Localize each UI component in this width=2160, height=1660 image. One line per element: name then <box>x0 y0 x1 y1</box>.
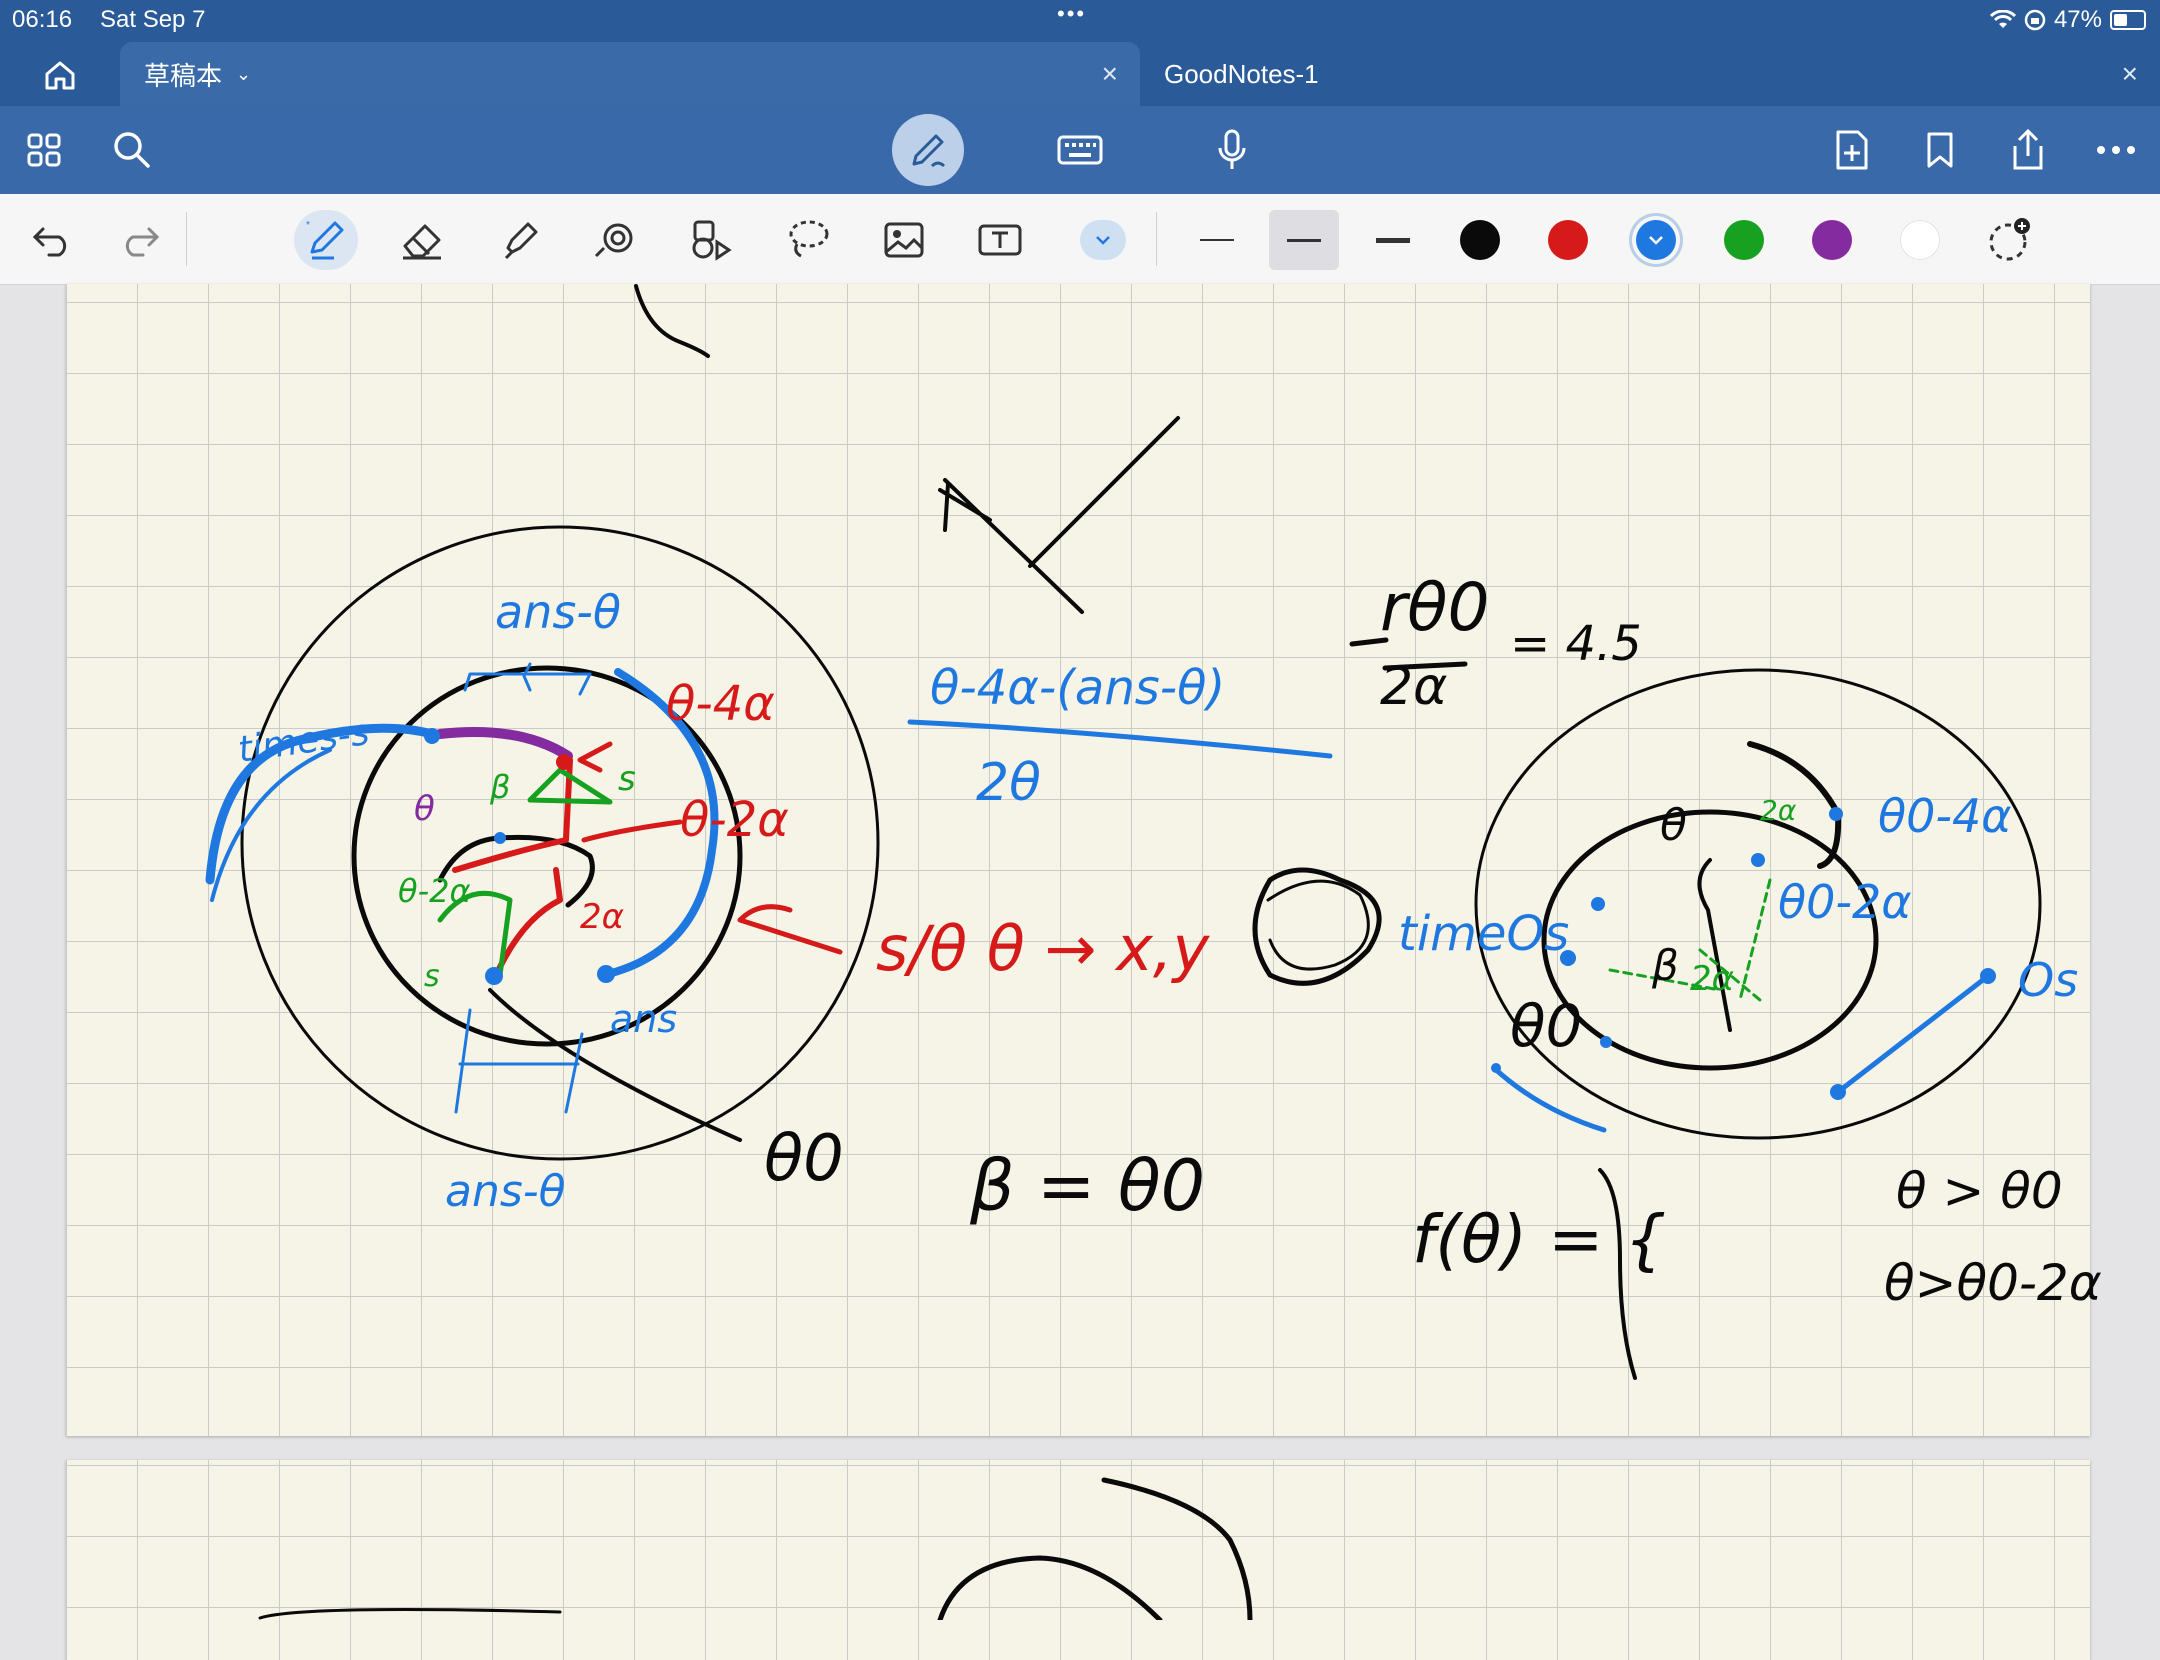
tool-bar: * <box>0 194 2160 285</box>
status-right: 47% <box>1989 6 2146 34</box>
lasso-icon <box>789 220 829 258</box>
battery-percent: 47% <box>2053 6 2102 33</box>
pen-icon: * <box>306 220 344 260</box>
lasso-tool-button[interactable] <box>776 210 840 270</box>
search-button[interactable] <box>100 120 164 180</box>
keyboard-button[interactable] <box>1048 120 1112 180</box>
text-tool-button[interactable] <box>968 210 1032 270</box>
shape-icon <box>594 223 633 258</box>
share-button[interactable] <box>1996 120 2060 180</box>
color-red-swatch[interactable] <box>1548 220 1588 260</box>
multitasking-dots[interactable]: ••• <box>1057 1 1086 27</box>
keyboard-icon <box>1057 135 1103 165</box>
bookmark-icon <box>1927 132 1953 168</box>
color-green-swatch[interactable] <box>1724 220 1764 260</box>
more-button[interactable] <box>2084 120 2148 180</box>
text-box-icon <box>978 224 1022 256</box>
image-tool-button[interactable] <box>872 210 936 270</box>
status-date: Sat Sep 7 <box>100 6 206 33</box>
orientation-lock-icon <box>2024 9 2046 31</box>
bookmark-button[interactable] <box>1908 120 1972 180</box>
color-black-swatch[interactable] <box>1460 220 1500 260</box>
stroke-medium-icon <box>1287 238 1321 242</box>
more-icon <box>2097 146 2135 154</box>
share-icon <box>2013 128 2043 170</box>
eraser-tool-button[interactable] <box>390 210 454 270</box>
tab-bar: 草稿本 ⌄ × GoodNotes-1 × <box>0 40 2160 106</box>
chevron-down-icon <box>1649 236 1663 245</box>
tab-label: 草稿本 <box>144 60 223 91</box>
add-color-icon <box>1989 218 2030 261</box>
status-time: 06:16 <box>12 6 73 33</box>
undo-icon <box>32 227 67 257</box>
chevron-down-icon[interactable]: ⌄ <box>236 64 251 85</box>
color-white-swatch[interactable] <box>1900 220 1940 260</box>
chevron-down-icon <box>1096 236 1110 245</box>
undo-button[interactable] <box>20 210 84 270</box>
divider <box>1156 212 1157 266</box>
stroke-thin-icon <box>1200 239 1234 241</box>
elements-icon <box>692 220 732 261</box>
add-page-button[interactable] <box>1820 120 1884 180</box>
home-icon <box>45 61 75 90</box>
tool-options-button[interactable] <box>1080 220 1126 260</box>
close-tab-icon[interactable]: × <box>2122 58 2138 90</box>
search-icon <box>114 132 150 168</box>
status-bar: 06:16 Sat Sep 7 ••• 47% <box>0 0 2160 40</box>
nav-bar <box>0 106 2160 194</box>
wifi-icon <box>1989 10 2016 28</box>
redo-button[interactable] <box>108 210 172 270</box>
add-color-button[interactable] <box>1978 210 2042 270</box>
color-blue-swatch[interactable] <box>1636 220 1676 260</box>
eraser-icon <box>403 224 441 260</box>
shape-tool-button[interactable] <box>584 210 648 270</box>
grid-icon <box>27 133 61 167</box>
elements-tool-button[interactable] <box>680 210 744 270</box>
notebook-page-1[interactable] <box>66 284 2090 1436</box>
microphone-icon <box>1218 129 1246 169</box>
tab-active-notebook[interactable]: 草稿本 ⌄ × <box>120 42 1140 106</box>
svg-text:*: * <box>306 220 310 231</box>
redo-icon <box>125 227 160 257</box>
battery-icon <box>2110 10 2146 30</box>
image-icon <box>884 222 924 258</box>
stroke-thick-icon <box>1376 237 1410 243</box>
tab-goodnotes[interactable]: GoodNotes-1 × <box>1140 42 2160 106</box>
tab-label: GoodNotes-1 <box>1164 58 1319 89</box>
highlighter-icon <box>504 222 538 260</box>
close-tab-icon[interactable]: × <box>1102 58 1118 90</box>
pen-write-icon <box>912 134 946 168</box>
add-page-icon <box>1836 130 1868 170</box>
write-mode-button[interactable] <box>892 114 964 186</box>
thumbnails-button[interactable] <box>12 120 76 180</box>
color-purple-swatch[interactable] <box>1812 220 1852 260</box>
home-button[interactable] <box>28 52 92 98</box>
pen-tool-button[interactable]: * <box>294 210 358 270</box>
stroke-medium-button[interactable] <box>1269 210 1339 270</box>
microphone-button[interactable] <box>1200 120 1264 180</box>
stroke-thin-button[interactable] <box>1182 210 1252 270</box>
stroke-thick-button[interactable] <box>1358 210 1428 270</box>
divider <box>186 212 187 266</box>
highlighter-tool-button[interactable] <box>488 210 552 270</box>
notebook-page-2[interactable] <box>66 1460 2090 1660</box>
